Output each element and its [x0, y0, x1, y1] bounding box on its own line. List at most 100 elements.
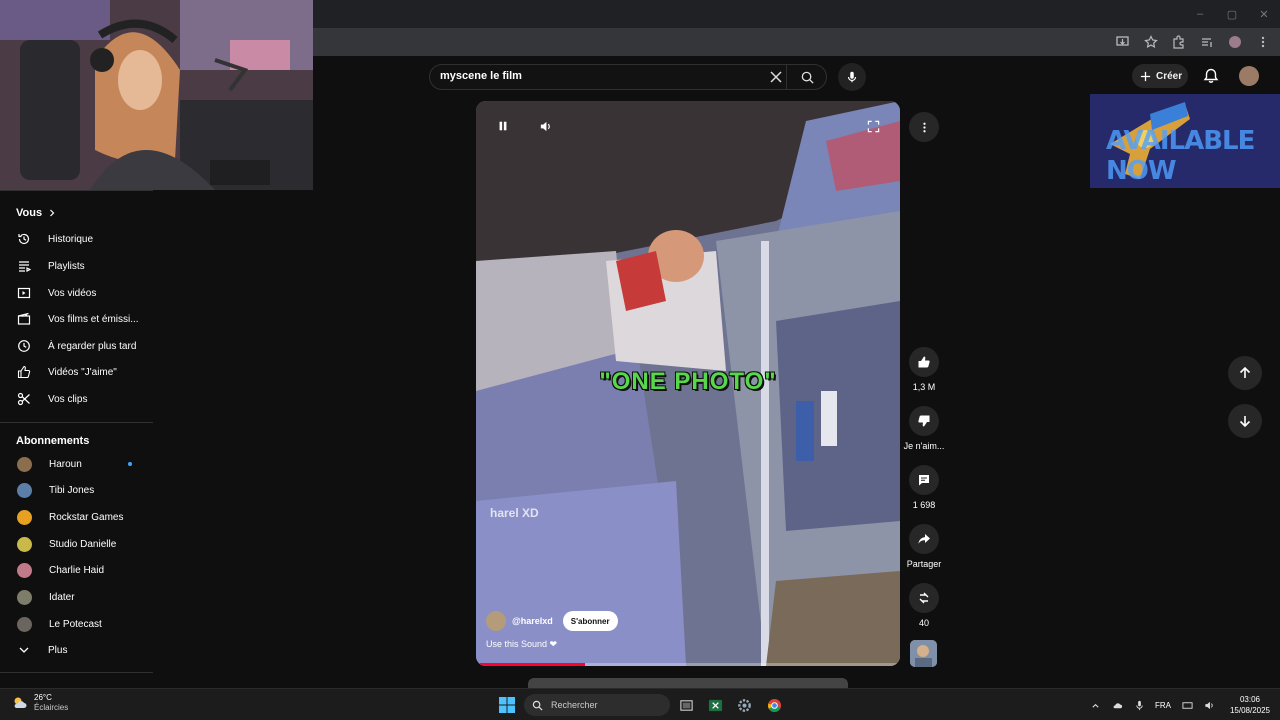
sidebar-item-history[interactable]: Historique	[0, 226, 153, 252]
shorts-video-player[interactable]: "ONE PHOTO" harel XD @harelxd S'abonner …	[476, 101, 900, 666]
subscription-label: Studio Danielle	[49, 538, 117, 550]
subscription-item[interactable]: Studio Danielle	[0, 531, 153, 557]
ad-banner[interactable]: AVAILABLE NOW	[1090, 94, 1280, 188]
like-button[interactable]	[909, 347, 939, 377]
remix-button[interactable]	[909, 583, 939, 613]
task-view-icon[interactable]	[677, 696, 695, 714]
channel-avatar	[17, 509, 32, 525]
comments-button[interactable]	[909, 465, 939, 495]
ad-text: AVAILABLE NOW	[1106, 126, 1255, 186]
channel-avatar[interactable]	[486, 611, 506, 631]
chrome-app-icon[interactable]	[765, 696, 783, 714]
channel-avatar	[17, 616, 32, 632]
share-button[interactable]	[909, 524, 939, 554]
subscription-label: Rockstar Games	[49, 511, 124, 523]
subscription-label: Charlie Haid	[49, 564, 105, 576]
language-indicator[interactable]: FRA	[1150, 701, 1176, 710]
subscription-item[interactable]: Idater	[0, 584, 153, 610]
comments-action: 1 698	[904, 465, 944, 510]
sidebar-item-label: À regarder plus tard	[48, 340, 137, 352]
video-progress-bar[interactable]	[480, 663, 900, 666]
you-title: Vous	[16, 207, 43, 219]
sidebar-item-liked-videos[interactable]: Vidéos "J'aime"	[0, 359, 153, 385]
fullscreen-icon	[867, 120, 879, 132]
weather-description: Éclaircies	[34, 703, 69, 712]
search-box[interactable]: myscene le film	[429, 64, 827, 90]
you-section-title[interactable]: Vous	[16, 207, 56, 219]
chevron-down-icon	[17, 643, 31, 657]
remix-count: 40	[918, 618, 929, 628]
subscription-item[interactable]: Tibi Jones	[0, 477, 153, 503]
voice-search-button[interactable]	[838, 63, 866, 91]
close-window-button[interactable]: ✕	[1248, 0, 1280, 28]
sidebar: Vous Historique Playlists Vos vidéos Vos…	[0, 190, 153, 680]
channel-avatar	[17, 536, 32, 552]
sidebar-item-watch-later[interactable]: À regarder plus tard	[0, 333, 153, 359]
profile-avatar-icon[interactable]	[1226, 33, 1244, 51]
install-app-icon[interactable]	[1114, 33, 1132, 51]
settings-app-icon[interactable]	[735, 696, 753, 714]
microphone-icon[interactable]	[1128, 694, 1150, 716]
volume-button[interactable]	[536, 117, 554, 135]
sidebar-more-button[interactable]: Plus	[0, 637, 153, 663]
video-progress-fill	[480, 663, 585, 666]
remix-action: 40	[904, 583, 944, 628]
audio-thumbnail[interactable]	[910, 640, 937, 667]
arrow-down-icon	[1239, 416, 1251, 428]
pause-button[interactable]	[494, 117, 512, 135]
sidebar-item-movies[interactable]: Vos films et émissi...	[0, 306, 153, 332]
video-caption-overlay: "ONE PHOTO"	[599, 368, 777, 395]
video-channel-info: @harelxd S'abonner	[486, 611, 618, 631]
comment-count: 1 698	[912, 500, 936, 510]
windows-start-icon[interactable]	[499, 697, 515, 713]
windows-taskbar: 26°C Éclaircies Rechercher FRA 03:06 15/…	[0, 688, 1280, 720]
cloud-sync-icon[interactable]	[1106, 694, 1128, 716]
arrow-up-icon	[1239, 366, 1251, 378]
bookmark-star-icon[interactable]	[1142, 33, 1160, 51]
fullscreen-button[interactable]	[864, 117, 882, 135]
more-vertical-icon	[922, 122, 926, 132]
extensions-icon[interactable]	[1170, 33, 1188, 51]
taskbar-clock[interactable]: 03:06 15/08/2025	[1220, 694, 1280, 716]
search-button[interactable]	[786, 65, 827, 89]
screen: { "browser": { "window_controls": {"mini…	[0, 0, 1280, 720]
subscription-item[interactable]: Le Potecast	[0, 611, 153, 637]
network-icon[interactable]	[1176, 694, 1198, 716]
plus-icon	[1140, 71, 1151, 81]
search-icon	[532, 700, 543, 711]
dislike-button[interactable]	[909, 406, 939, 436]
minimize-button[interactable]: –	[1184, 0, 1216, 28]
subscription-item[interactable]: Charlie Haid	[0, 557, 153, 583]
video-watermark: harel XD	[490, 506, 539, 520]
sidebar-item-clips[interactable]: Vos clips	[0, 386, 153, 412]
more-options-button[interactable]	[909, 112, 939, 142]
chevron-up-icon[interactable]	[1084, 694, 1106, 716]
browser-menu-icon[interactable]	[1254, 33, 1272, 51]
dislike-label: Je n'aim...	[903, 441, 945, 451]
speaker-icon[interactable]	[1198, 694, 1220, 716]
clips-icon	[17, 392, 31, 406]
remix-icon	[919, 592, 929, 604]
notifications-bell-icon[interactable]	[1202, 67, 1220, 85]
sound-label[interactable]: Use this Sound ❤	[486, 639, 557, 650]
next-video-button[interactable]	[1228, 404, 1262, 438]
excel-app-icon[interactable]	[706, 696, 724, 714]
channel-handle[interactable]: @harelxd	[512, 616, 553, 626]
subscription-item[interactable]: Rockstar Games	[0, 504, 153, 530]
search-input[interactable]: myscene le film	[440, 70, 522, 82]
clear-search-icon[interactable]	[768, 69, 784, 85]
account-avatar[interactable]	[1239, 66, 1259, 86]
previous-video-button[interactable]	[1228, 356, 1262, 390]
taskbar-search[interactable]: Rechercher	[524, 694, 670, 716]
sidebar-item-your-videos[interactable]: Vos vidéos	[0, 280, 153, 306]
maximize-button[interactable]: ▢	[1216, 0, 1248, 28]
create-button[interactable]: Créer	[1132, 64, 1188, 88]
weather-widget[interactable]: 26°C Éclaircies	[12, 693, 68, 713]
subscribe-button[interactable]: S'abonner	[562, 611, 618, 631]
sidebar-item-playlists[interactable]: Playlists	[0, 253, 153, 279]
share-label: Partager	[906, 559, 942, 569]
media-controls-icon[interactable]	[1198, 33, 1216, 51]
channel-avatar	[17, 589, 32, 605]
like-action: 1,3 M	[904, 347, 944, 392]
sidebar-item-label: Playlists	[48, 260, 85, 272]
